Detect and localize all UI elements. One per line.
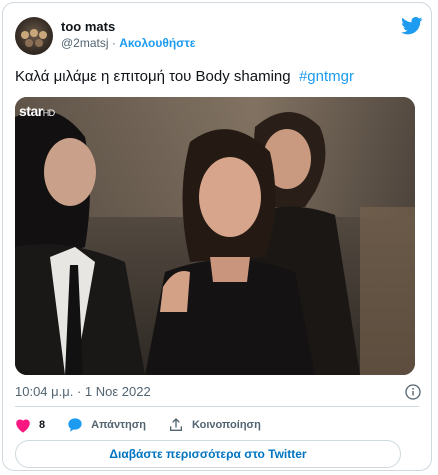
follow-link[interactable]: Ακολουθήστε — [119, 36, 195, 50]
heart-icon — [16, 419, 30, 433]
like-button[interactable]: 8 — [15, 418, 45, 433]
hashtag-link[interactable]: #gntmgr — [299, 68, 354, 85]
reply-bubble-icon — [68, 418, 82, 432]
divider — [15, 406, 419, 407]
twitter-bird-icon[interactable] — [401, 17, 423, 35]
read-more-button[interactable]: Διαβάστε περισσότερα στο Twitter — [15, 440, 401, 468]
tweet-timestamp[interactable]: 10:04 μ.μ. · 1 Νοε 2022 — [15, 384, 151, 399]
media-scene — [15, 97, 415, 375]
likes-count: 8 — [39, 419, 46, 431]
author-meta: @2matsj · Ακολουθήστε — [61, 35, 195, 51]
reply-button[interactable]: Απάντηση — [67, 417, 146, 433]
author-block: too mats @2matsj · Ακολουθήστε — [61, 19, 195, 51]
tweet-card: too mats @2matsj · Ακολουθήστε Καλά μιλά… — [2, 2, 432, 471]
avatar[interactable] — [15, 17, 53, 55]
channel-logo: starHD — [19, 103, 55, 119]
info-icon[interactable] — [405, 384, 421, 400]
share-button[interactable]: Κοινοποίηση — [168, 417, 261, 433]
share-icon — [169, 418, 182, 431]
share-label: Κοινοποίηση — [191, 419, 261, 431]
author-name[interactable]: too mats — [61, 19, 195, 35]
meta-separator: · — [108, 36, 120, 50]
reply-label: Απάντηση — [91, 419, 146, 431]
tweet-body: Καλά μιλάμε η επιτομή του Body shaming — [15, 68, 291, 85]
tweet-media[interactable]: starHD — [15, 97, 415, 375]
author-handle[interactable]: @2matsj — [61, 36, 109, 50]
tweet-actions: 8 Απάντηση Κοινοποίηση — [15, 416, 283, 434]
tweet-text: Καλά μιλάμε η επιτομή του Body shaming #… — [15, 67, 354, 87]
